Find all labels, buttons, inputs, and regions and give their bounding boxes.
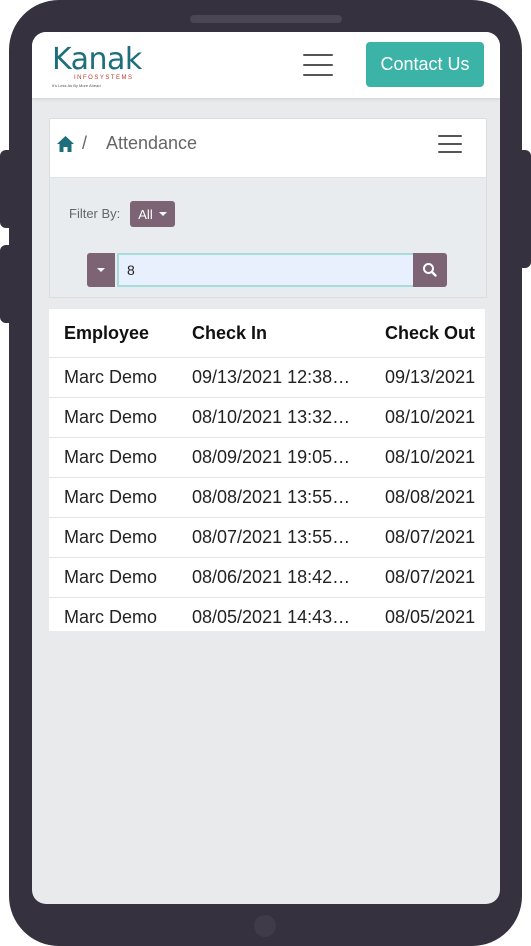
logo-subtitle: INFOSYSTEMS xyxy=(74,75,134,81)
table-row[interactable]: Marc Demo 08/09/2021 19:05:21 08/10/2021 xyxy=(49,438,485,478)
brand-logo[interactable]: Kanak INFOSYSTEMS It's Less As By More A… xyxy=(52,42,150,92)
employee-cell: Marc Demo xyxy=(64,567,158,587)
search-options-dropdown-button[interactable] xyxy=(87,253,115,287)
check-out-cell: 08/10/2021 xyxy=(385,407,476,427)
check-out-cell: 08/10/2021 xyxy=(385,447,476,467)
search-input[interactable] xyxy=(117,253,431,287)
check-in-cell: 09/13/2021 12:38:12 xyxy=(192,367,354,387)
search-icon xyxy=(423,263,437,277)
filter-label: Filter By: xyxy=(69,206,121,221)
column-header-employee[interactable]: Employee xyxy=(64,323,189,344)
breadcrumb: / Attendance xyxy=(50,119,486,178)
top-navbar: Kanak INFOSYSTEMS It's Less As By More A… xyxy=(32,32,500,98)
contact-us-button[interactable]: Contact Us xyxy=(366,42,484,87)
phone-home-button xyxy=(254,915,276,937)
column-header-check-in[interactable]: Check In xyxy=(192,323,354,344)
employee-cell: Marc Demo xyxy=(64,607,158,627)
table-row[interactable]: Marc Demo 08/07/2021 13:55:37 08/07/2021 xyxy=(49,518,485,558)
app-screen: Kanak INFOSYSTEMS It's Less As By More A… xyxy=(32,32,500,904)
check-in-cell: 08/08/2021 13:55:04 xyxy=(192,487,354,507)
check-in-cell: 08/07/2021 13:55:37 xyxy=(192,527,354,547)
employee-cell: Marc Demo xyxy=(64,407,158,427)
search-button[interactable] xyxy=(413,253,447,287)
logo-name: Kanak xyxy=(52,42,142,77)
home-icon[interactable] xyxy=(57,136,74,152)
check-out-cell: 09/13/2021 xyxy=(385,367,476,387)
employee-cell: Marc Demo xyxy=(64,367,158,387)
check-in-cell: 08/05/2021 14:43:09 xyxy=(192,607,354,627)
filter-dropdown-button[interactable]: All xyxy=(130,201,175,227)
main-menu-hamburger-icon[interactable] xyxy=(303,54,333,76)
table-row[interactable]: Marc Demo 08/10/2021 13:32:45 08/10/2021 xyxy=(49,398,485,438)
control-panel: / Attendance Filter By: All xyxy=(49,118,487,298)
table-row[interactable]: Marc Demo 08/05/2021 14:43:09 08/05/2021 xyxy=(49,598,485,631)
column-header-check-out[interactable]: Check Out xyxy=(385,323,485,344)
table-header-row: Employee Check In Check Out xyxy=(49,309,485,358)
breadcrumb-separator: / xyxy=(82,133,88,153)
check-out-cell: 08/08/2021 xyxy=(385,487,476,507)
phone-speaker xyxy=(190,15,342,23)
table-row[interactable]: Marc Demo 09/13/2021 12:38:12 09/13/2021 xyxy=(49,358,485,398)
check-in-cell: 08/10/2021 13:32:45 xyxy=(192,407,354,427)
breadcrumb-current: Attendance xyxy=(106,133,198,153)
filter-bar: Filter By: All xyxy=(50,178,486,297)
panel-menu-hamburger-icon[interactable] xyxy=(438,135,462,153)
check-in-cell: 08/06/2021 18:42:18 xyxy=(192,567,354,587)
employee-cell: Marc Demo xyxy=(64,447,158,467)
check-in-cell: 08/09/2021 19:05:21 xyxy=(192,447,354,467)
caret-down-icon xyxy=(97,268,105,272)
caret-down-icon xyxy=(158,212,167,216)
employee-cell: Marc Demo xyxy=(64,527,158,547)
employee-cell: Marc Demo xyxy=(64,487,158,507)
check-out-cell: 08/05/2021 xyxy=(385,607,476,627)
table-row[interactable]: Marc Demo 08/06/2021 18:42:18 08/07/2021 xyxy=(49,558,485,598)
filter-value: All xyxy=(138,206,153,222)
logo-tagline: It's Less As By More Ahead xyxy=(52,83,101,88)
table-row[interactable]: Marc Demo 08/08/2021 13:55:04 08/08/2021 xyxy=(49,478,485,518)
check-out-cell: 08/07/2021 xyxy=(385,567,476,587)
check-out-cell: 08/07/2021 xyxy=(385,527,476,547)
attendance-table: Employee Check In Check Out Marc Demo 09… xyxy=(49,309,485,631)
